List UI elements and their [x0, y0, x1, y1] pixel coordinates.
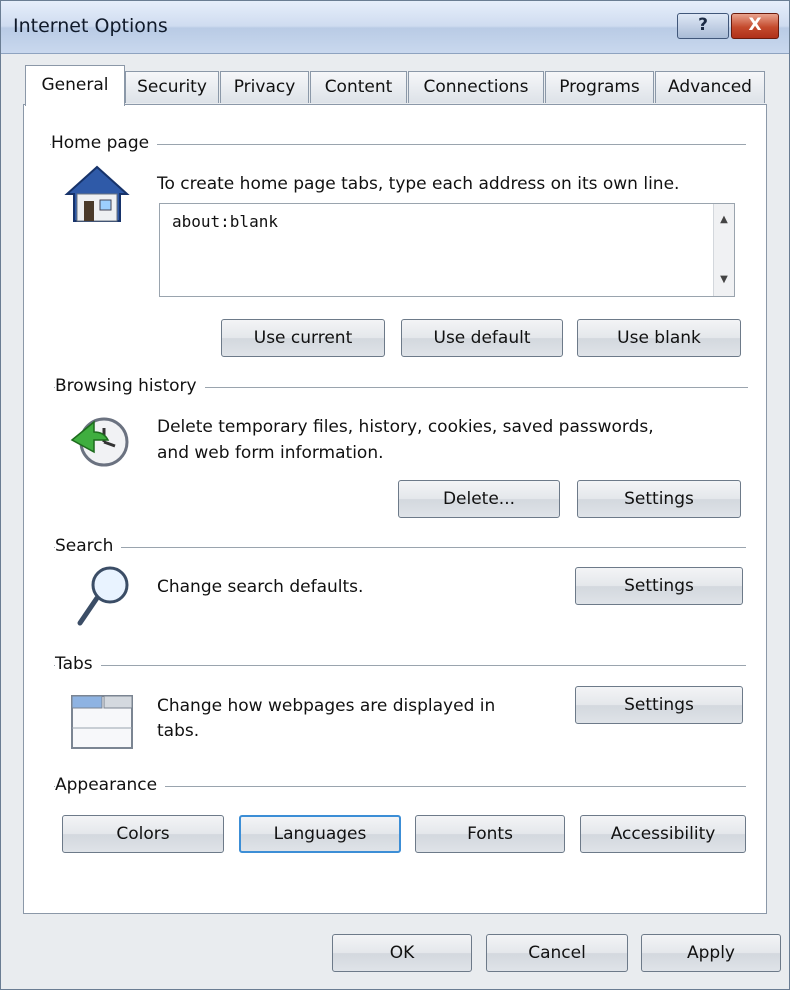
- tabs-group-label: Tabs: [55, 654, 101, 674]
- internet-options-dialog: Internet Options ? X General Security Pr…: [0, 0, 790, 990]
- magnifier-icon: [74, 563, 134, 633]
- help-button[interactable]: ?: [677, 13, 729, 39]
- browsing-history-description-line1: Delete temporary files, history, cookies…: [157, 417, 654, 437]
- home-page-group-label: Home page: [51, 133, 158, 153]
- use-blank-button[interactable]: Use blank: [577, 319, 741, 357]
- search-settings-button[interactable]: Settings: [575, 567, 743, 605]
- use-current-button[interactable]: Use current: [221, 319, 385, 357]
- colors-button[interactable]: Colors: [62, 815, 224, 853]
- fonts-button[interactable]: Fonts: [415, 815, 565, 853]
- general-tab-panel: Home page To create home page tabs, type…: [23, 104, 767, 914]
- browsing-history-description-line2: and web form information.: [157, 443, 384, 463]
- tab-privacy[interactable]: Privacy: [220, 71, 309, 103]
- textarea-scrollbar[interactable]: ▲ ▼: [713, 204, 734, 296]
- scroll-down-arrow-icon[interactable]: ▼: [714, 270, 734, 290]
- window-title: Internet Options: [13, 15, 168, 37]
- tabs-window-icon: [70, 688, 134, 754]
- title-bar: Internet Options ? X: [1, 1, 789, 54]
- home-page-address-value: about:blank: [172, 212, 278, 231]
- search-divider: [54, 547, 746, 548]
- close-icon: X: [748, 15, 762, 35]
- browsing-history-settings-button[interactable]: Settings: [577, 480, 741, 518]
- help-icon: ?: [698, 15, 708, 35]
- tab-security[interactable]: Security: [125, 71, 219, 103]
- use-default-button[interactable]: Use default: [401, 319, 563, 357]
- search-group-label: Search: [55, 536, 122, 556]
- tab-general[interactable]: General: [25, 65, 125, 106]
- tabs-description-line2: tabs.: [157, 721, 200, 741]
- tab-connections[interactable]: Connections: [408, 71, 544, 103]
- tab-programs[interactable]: Programs: [545, 71, 654, 103]
- tabs-settings-button[interactable]: Settings: [575, 686, 743, 724]
- languages-button[interactable]: Languages: [239, 815, 401, 853]
- tab-advanced[interactable]: Advanced: [655, 71, 765, 103]
- house-icon: [64, 165, 130, 231]
- apply-button[interactable]: Apply: [641, 934, 781, 972]
- dialog-button-bar: OK Cancel Apply: [1, 915, 789, 989]
- search-description: Change search defaults.: [157, 577, 364, 597]
- tab-strip: General Security Privacy Content Connect…: [1, 65, 789, 106]
- home-page-addresses-textarea[interactable]: about:blank ▲ ▼: [159, 203, 735, 297]
- appearance-group-label: Appearance: [55, 775, 166, 795]
- ok-button[interactable]: OK: [332, 934, 472, 972]
- close-button[interactable]: X: [731, 13, 779, 39]
- clock-refresh-icon: [68, 414, 130, 474]
- delete-history-button[interactable]: Delete...: [398, 480, 560, 518]
- scroll-up-arrow-icon[interactable]: ▲: [714, 210, 734, 230]
- browsing-history-group-label: Browsing history: [55, 376, 205, 396]
- accessibility-button[interactable]: Accessibility: [580, 815, 746, 853]
- tabs-description-line1: Change how webpages are displayed in: [157, 696, 496, 716]
- cancel-button[interactable]: Cancel: [486, 934, 628, 972]
- home-page-description: To create home page tabs, type each addr…: [157, 174, 680, 194]
- tabs-divider: [54, 665, 746, 666]
- tab-content[interactable]: Content: [310, 71, 407, 103]
